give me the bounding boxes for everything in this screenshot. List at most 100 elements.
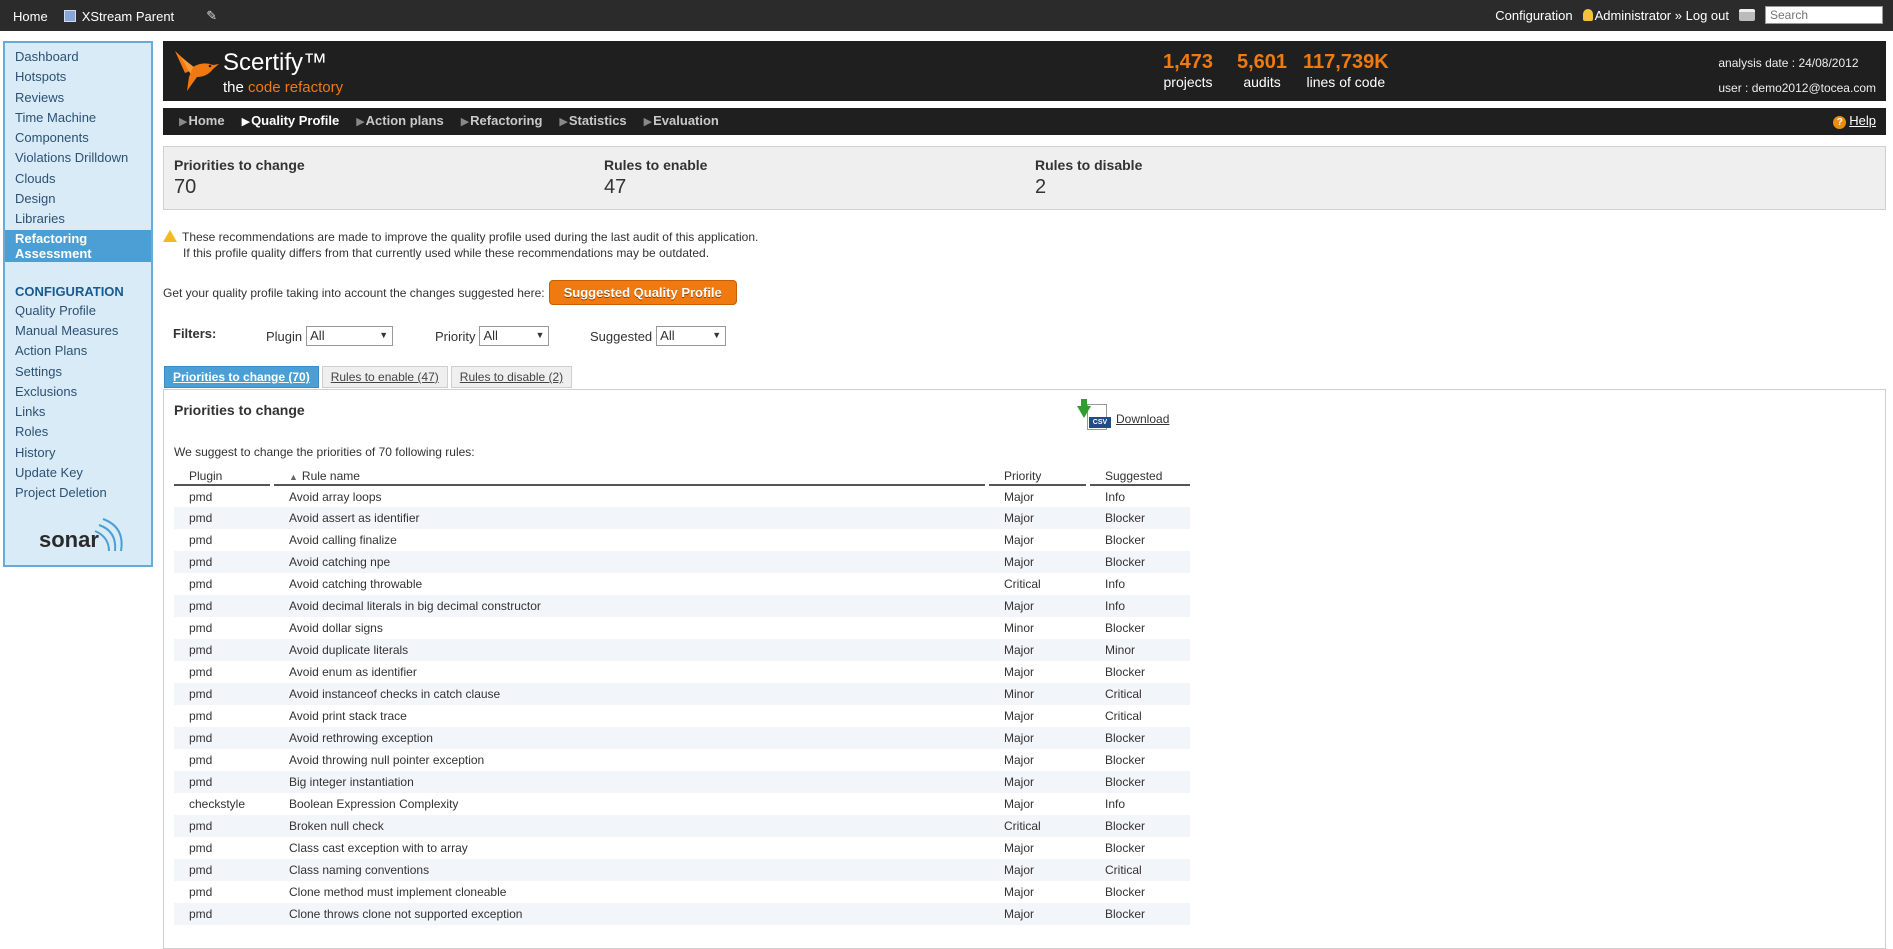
cell-plugin: pmd [189, 621, 213, 635]
search-input[interactable] [1765, 6, 1883, 24]
logout-link[interactable]: Log out [1686, 8, 1729, 23]
configuration-section-title: CONFIGURATION [15, 283, 124, 299]
analysis-date-label: analysis date : [1718, 56, 1796, 70]
tab-priorities-to-change[interactable]: Priorities to change (70) [164, 366, 319, 388]
nav-tab-evaluation[interactable]: ▶Evaluation [644, 113, 719, 128]
priority-select[interactable]: All ▼ [479, 326, 550, 346]
nav-tab-label: Quality Profile [251, 113, 340, 128]
tab-rules-to-enable[interactable]: Rules to enable (47) [321, 366, 448, 388]
sonar-logo-text: sonar [39, 527, 99, 552]
column-header-plugin[interactable]: Plugin [174, 467, 270, 486]
warning-notice: These recommendations are made to improv… [163, 229, 758, 261]
sidebar-item-components[interactable]: Components [5, 128, 151, 148]
cell-plugin: pmd [189, 709, 213, 723]
project-link[interactable]: XStream Parent [63, 9, 191, 24]
sidebar-item-violations-drilldown[interactable]: Violations Drilldown [5, 148, 151, 168]
sidebar-item-design[interactable]: Design [5, 189, 151, 209]
analysis-date: 24/08/2012 [1798, 56, 1859, 70]
sidebar-item-project-deletion[interactable]: Project Deletion [5, 483, 151, 503]
sidebar-item-roles[interactable]: Roles [5, 422, 151, 442]
cell-suggested: Blocker [1105, 621, 1146, 635]
table-row: pmd Clone throws clone not supported exce… [174, 903, 1190, 925]
table-row: pmd Avoid assert as identifier Major Blocke… [174, 507, 1190, 529]
cell-rule-name: Class naming conventions [274, 859, 985, 881]
play-arrow-icon: ▶ [356, 116, 365, 128]
suggested-select[interactable]: All ▼ [656, 326, 727, 346]
sidebar-item-libraries[interactable]: Libraries [5, 209, 151, 229]
cell-priority: Major [1004, 885, 1035, 899]
nav-tab-home[interactable]: ▶Home [179, 113, 225, 128]
priority-filter-label: Priority [435, 328, 476, 344]
suggested-select-value: All [660, 328, 675, 343]
cell-suggested: Info [1105, 797, 1126, 811]
summary-value: 70 [174, 176, 197, 198]
cell-plugin: pmd [189, 533, 213, 547]
sidebar-item-exclusions[interactable]: Exclusions [5, 382, 151, 402]
nav-tab-action-plans[interactable]: ▶Action plans [356, 113, 443, 128]
summary-rules-to-enable: Rules to enable 47 [604, 157, 707, 199]
sidebar-item-settings[interactable]: Settings [5, 362, 151, 382]
sidebar-item-hotspots[interactable]: Hotspots [5, 67, 151, 87]
cell-priority: Major [989, 507, 1086, 529]
cell-plugin: pmd [174, 683, 270, 705]
plugin-select[interactable]: All ▼ [306, 326, 394, 346]
summary-value: 2 [1035, 176, 1047, 198]
cell-suggested: Blocker [1090, 815, 1190, 837]
help-link[interactable]: ? Help [1833, 113, 1876, 129]
tagline-highlight: code refactory [248, 79, 344, 96]
suggested-quality-profile-button[interactable]: Suggested Quality Profile [548, 280, 737, 305]
sidebar-item-reviews[interactable]: Reviews [5, 88, 151, 108]
main-nav: ▶Home ▶Quality Profile ▶Action plans ▶Refac… [163, 108, 1886, 135]
stat-label: lines of code [1306, 74, 1386, 90]
cell-plugin: pmd [189, 489, 213, 504]
cell-priority: Minor [989, 683, 1086, 705]
sidebar-item-dashboard[interactable]: Dashboard [5, 47, 151, 67]
home-link[interactable]: Home [13, 9, 48, 24]
cell-plugin: pmd [174, 903, 270, 925]
configuration-link[interactable]: Configuration [1495, 8, 1572, 23]
cell-suggested: Blocker [1105, 665, 1146, 679]
tagline-prefix: the [223, 79, 249, 96]
column-header-priority[interactable]: Priority [989, 467, 1086, 486]
stat-projects: 1,473 projects [1163, 51, 1213, 91]
stat-label: audits [1243, 74, 1281, 90]
sidebar-item-action-plans[interactable]: Action Plans [5, 341, 151, 361]
stat-value: 117,739K [1303, 51, 1389, 73]
sidebar-item-time-machine[interactable]: Time Machine [5, 108, 151, 128]
sidebar-item-refactoring-assessment[interactable]: Refactoring Assessment [5, 229, 151, 262]
cell-suggested: Minor [1090, 639, 1190, 661]
cell-rule-name: Avoid instanceof checks in catch clause [274, 683, 985, 705]
table-row: pmd Avoid decimal literals in big decimal… [174, 595, 1190, 617]
cell-priority: Major [1004, 841, 1035, 855]
sidebar-item-manual-measures[interactable]: Manual Measures [5, 321, 151, 341]
play-arrow-icon: ▶ [643, 116, 653, 128]
nav-tab-quality-profile[interactable]: ▶Quality Profile [242, 113, 340, 128]
quality-profile-text: Get your quality profile taking into acc… [163, 285, 545, 300]
sidebar-item-history[interactable]: History [5, 443, 151, 463]
cell-rule-name: Avoid assert as identifier [274, 507, 985, 529]
cell-plugin: pmd [189, 753, 213, 767]
cell-suggested: Info [1090, 595, 1190, 617]
print-icon[interactable] [1739, 9, 1755, 21]
nav-tab-statistics[interactable]: ▶Statistics [559, 113, 626, 128]
column-header-rule-name[interactable]: ▲ Rule name [274, 467, 985, 486]
sidebar-item-links[interactable]: Links [5, 402, 151, 422]
sidebar-item-clouds[interactable]: Clouds [5, 169, 151, 189]
tab-rules-to-disable[interactable]: Rules to disable (2) [450, 366, 573, 388]
help-icon: ? [1833, 116, 1847, 129]
sidebar-item-quality-profile[interactable]: Quality Profile [5, 301, 151, 321]
sidebar-item-update-key[interactable]: Update Key [5, 463, 151, 483]
column-header-suggested[interactable]: Suggested [1090, 467, 1190, 486]
table-row: pmd Avoid print stack trace Major Critical [174, 705, 1190, 727]
cell-suggested: Info [1105, 577, 1126, 591]
nav-tab-refactoring[interactable]: ▶Refactoring [461, 113, 543, 128]
cell-priority: Major [1004, 753, 1035, 767]
cell-suggested: Blocker [1105, 841, 1146, 855]
pin-icon[interactable]: ✎ [206, 8, 217, 24]
user-menu[interactable]: Administrator » Log out [1582, 8, 1729, 23]
results-panel: Priorities to change CSV Download We sug… [163, 389, 1886, 949]
summary-title: Rules to enable [604, 157, 708, 173]
cell-plugin: pmd [174, 815, 270, 837]
plugin-filter: Plugin All ▼ [266, 326, 394, 346]
download-csv-link[interactable]: CSV Download [1077, 399, 1169, 434]
